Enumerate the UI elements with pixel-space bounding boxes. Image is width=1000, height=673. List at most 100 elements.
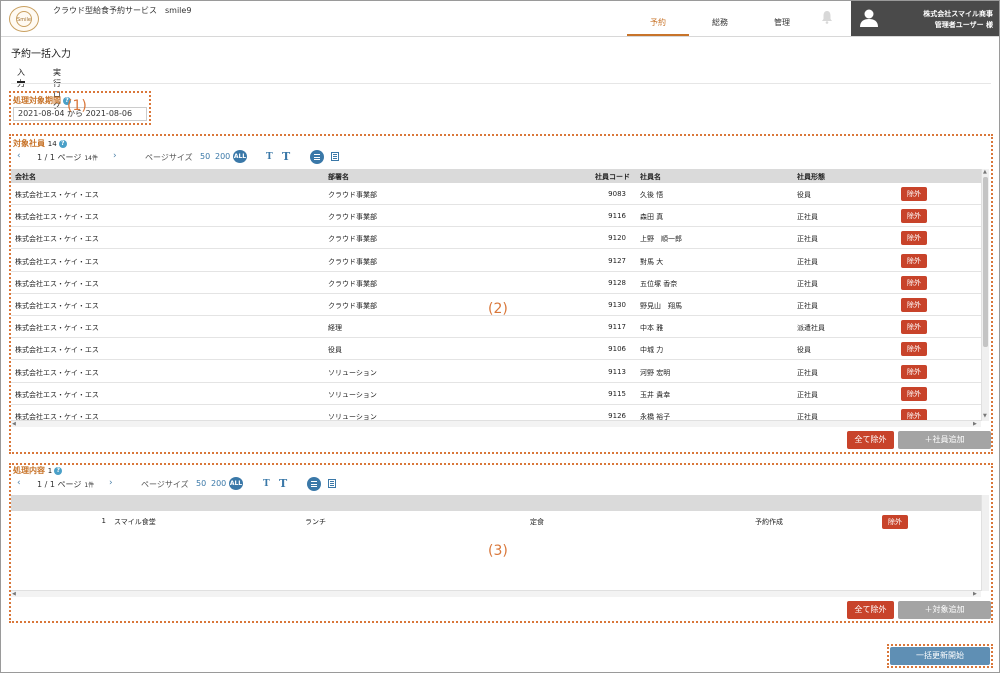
font-large-icon[interactable]: T — [282, 150, 290, 163]
user-name: 管理者ユーザー 様 — [934, 21, 993, 29]
department-cell: クラウド事業部 — [328, 302, 377, 310]
remove-employee-button[interactable]: 除外 — [901, 342, 927, 357]
department-cell: ソリューション — [328, 390, 377, 399]
remove-employee-button[interactable]: 除外 — [901, 298, 927, 312]
logo-text: Smile — [17, 17, 31, 23]
scroll-left-icon[interactable]: ◀ — [12, 591, 16, 597]
help-icon[interactable]: ? — [54, 466, 63, 475]
employee-code-cell: 9128 — [608, 278, 626, 287]
column-header-department: 部署名 — [328, 173, 349, 181]
user-menu[interactable]: 株式会社スマイル商事 管理者ユーザー 様 — [851, 1, 999, 36]
table-row: 株式会社エス・ケイ・エス クラウド事業部 9128 五位塚 香奈 正社員 除外 — [11, 272, 981, 294]
remove-all-employees-button[interactable]: 全て除外 — [847, 431, 894, 449]
department-cell: クラウド事業部 — [328, 279, 377, 288]
table-row: 1 スマイル食堂 ランチ 定食 予約作成 除外 — [11, 511, 981, 533]
table-header — [11, 495, 981, 511]
remove-employee-button[interactable]: 除外 — [901, 253, 927, 268]
scrollbar-thumb[interactable] — [983, 177, 988, 347]
employment-type-cell: 役員 — [797, 191, 811, 199]
app-logo[interactable]: Smile — [9, 6, 39, 32]
table-row: 株式会社エス・ケイ・エス 経理 9117 中本 雅 派遣社員 除外 — [11, 316, 981, 339]
nav-reservation[interactable]: 予約 — [627, 1, 689, 36]
page-size-50[interactable]: 50 — [196, 479, 206, 488]
contents-toolbar: ‹ 1 / 1 ページ 1件 › ページサイズ 50 200 ALL T T — [17, 477, 377, 492]
detail-view-icon[interactable] — [328, 479, 336, 488]
horizontal-scrollbar[interactable]: ◀ ▶ — [11, 590, 981, 597]
employment-type-cell: 正社員 — [797, 213, 818, 222]
annotation-3: (3) — [488, 543, 508, 559]
remove-employee-button[interactable]: 除外 — [901, 231, 927, 246]
table-header: 会社名 部署名 社員コード 社員名 社員形態 — [11, 169, 981, 183]
employment-type-cell: 正社員 — [797, 368, 818, 377]
page-size-all[interactable]: ALL — [229, 477, 243, 490]
tab-execution-log[interactable]: 実行ログ — [53, 67, 61, 110]
employee-code-cell: 9115 — [608, 389, 626, 398]
employee-name-cell: 對馬 大 — [640, 257, 664, 266]
employees-count: 14 — [47, 140, 57, 148]
bell-icon[interactable] — [821, 10, 833, 24]
remove-employee-button[interactable]: 除外 — [901, 209, 927, 224]
employee-code-cell: 9106 — [608, 345, 626, 354]
employee-code-cell: 9127 — [608, 256, 626, 265]
list-view-icon[interactable] — [307, 477, 321, 491]
add-employee-button[interactable]: ＋社員追加 — [898, 431, 991, 449]
vertical-scrollbar[interactable]: ▲ ▼ — [981, 169, 989, 421]
remove-all-contents-button[interactable]: 全て除外 — [847, 601, 894, 619]
page-size-all[interactable]: ALL — [233, 150, 247, 163]
detail-view-icon[interactable] — [331, 152, 339, 161]
remove-employee-button[interactable]: 除外 — [901, 364, 927, 379]
scroll-up-icon[interactable]: ▲ — [983, 169, 987, 175]
next-page-icon[interactable]: › — [109, 478, 113, 488]
employee-code-cell: 9116 — [608, 212, 626, 221]
list-view-icon[interactable] — [310, 150, 324, 164]
scroll-right-icon[interactable]: ▶ — [973, 421, 977, 427]
employee-name-cell: 河野 宏明 — [640, 368, 671, 377]
annotation-1: (1) — [67, 98, 87, 114]
department-cell: 役員 — [328, 346, 342, 355]
remove-employee-button[interactable]: 除外 — [901, 386, 927, 401]
annotation-2: (2) — [488, 301, 508, 317]
company-cell: 株式会社エス・ケイ・エス — [15, 324, 99, 333]
column-header-employee-code: 社員コード — [595, 173, 630, 181]
department-cell: クラウド事業部 — [328, 191, 377, 199]
prev-page-icon[interactable]: ‹ — [17, 151, 21, 161]
remove-content-button[interactable]: 除外 — [882, 515, 908, 529]
employment-type-cell: 正社員 — [797, 257, 818, 266]
scroll-down-icon[interactable]: ▼ — [983, 413, 987, 419]
font-small-icon[interactable]: T — [263, 479, 270, 489]
remove-employee-button[interactable]: 除外 — [901, 275, 927, 290]
company-cell: 株式会社エス・ケイ・エス — [15, 257, 99, 266]
column-header-employee-name: 社員名 — [640, 173, 661, 181]
employee-name-cell: 上野 順一郎 — [640, 235, 682, 244]
remove-employee-button[interactable]: 除外 — [901, 320, 927, 335]
employee-name-cell: 玉井 貴幸 — [640, 390, 671, 399]
period-label: 処理対象期間? — [13, 95, 71, 106]
page-size-50[interactable]: 50 — [200, 152, 210, 161]
tab-input[interactable]: 入力 — [17, 67, 25, 88]
nav-general-affairs[interactable]: 総務 — [691, 1, 749, 36]
employment-type-cell: 正社員 — [797, 302, 818, 310]
employee-name-cell: 久後 悟 — [640, 191, 664, 199]
column-header-company: 会社名 — [15, 173, 36, 181]
page-size-200[interactable]: 200 — [215, 152, 230, 161]
page-size-label: ページサイズ — [145, 153, 193, 162]
font-large-icon[interactable]: T — [279, 477, 287, 490]
nav-admin[interactable]: 管理 — [751, 1, 813, 36]
font-small-icon[interactable]: T — [266, 152, 273, 162]
department-cell: クラウド事業部 — [328, 235, 377, 244]
next-page-icon[interactable]: › — [113, 151, 117, 161]
company-cell: 株式会社エス・ケイ・エス — [15, 191, 99, 199]
company-cell: 株式会社エス・ケイ・エス — [15, 235, 99, 244]
tabs-divider — [11, 83, 991, 84]
prev-page-icon[interactable]: ‹ — [17, 478, 21, 488]
scroll-right-icon[interactable]: ▶ — [973, 591, 977, 597]
add-target-button[interactable]: ＋対象追加 — [898, 601, 991, 619]
bulk-update-start-button[interactable]: 一括更新開始 — [890, 647, 990, 665]
help-icon[interactable]: ? — [58, 139, 67, 148]
remove-employee-button[interactable]: 除外 — [901, 187, 927, 201]
page-size-200[interactable]: 200 — [211, 479, 226, 488]
company-cell: 株式会社エス・ケイ・エス — [15, 346, 99, 355]
vertical-scrollbar[interactable] — [981, 495, 989, 591]
scroll-left-icon[interactable]: ◀ — [12, 421, 16, 427]
horizontal-scrollbar[interactable]: ◀ ▶ — [11, 420, 981, 427]
